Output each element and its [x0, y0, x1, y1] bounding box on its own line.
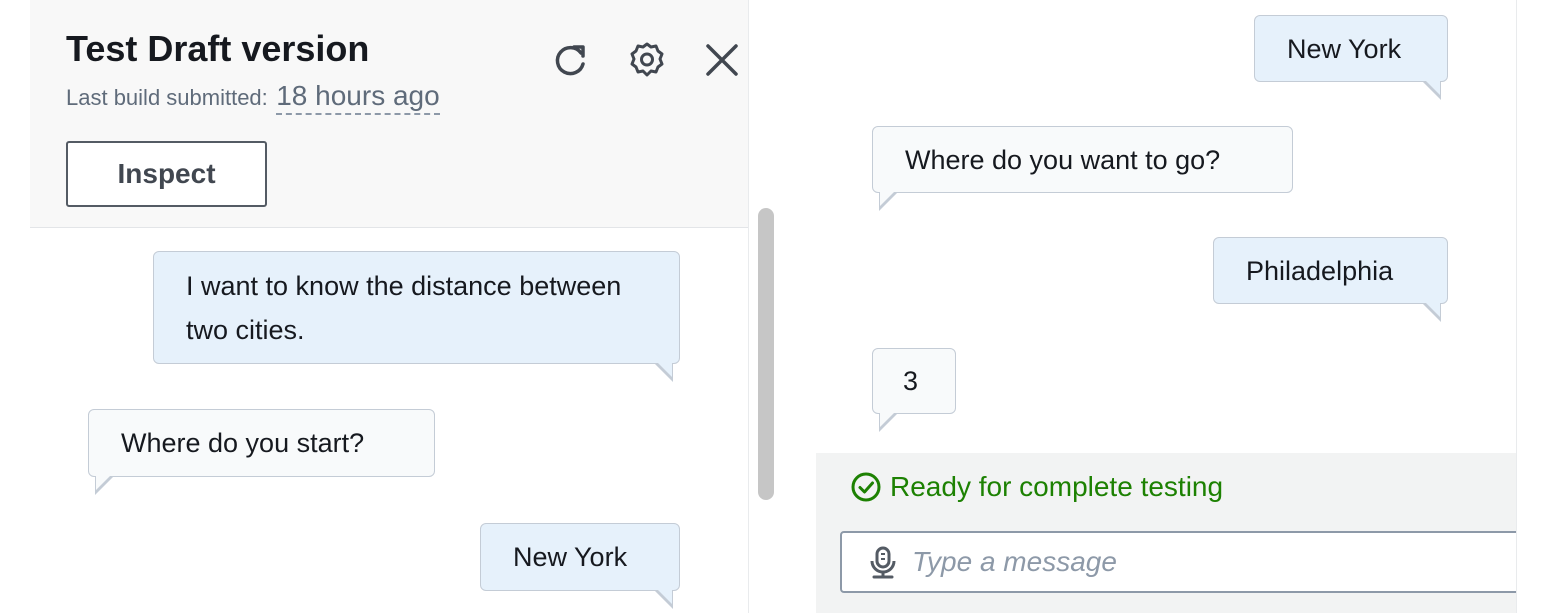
message-text: Where do you want to go? [905, 144, 1221, 175]
message-text: 3 [903, 366, 919, 396]
status-text: Ready for complete testing [890, 471, 1224, 502]
message-text: Philadelphia [1246, 255, 1394, 286]
bubble-tail [655, 362, 673, 382]
message-bubble-user: New York [1254, 15, 1448, 100]
build-info: Last build submitted: 18 hours ago [66, 80, 440, 115]
message-bubble-user: Philadelphia [1213, 237, 1448, 322]
settings-button[interactable] [623, 36, 671, 84]
refresh-icon [555, 45, 585, 76]
panel-header: Test Draft version Last build submitted:… [30, 0, 748, 228]
message-bubble-bot: Where do you start? [88, 409, 435, 495]
bubble-tail [1423, 80, 1441, 100]
build-label: Last build submitted: [66, 85, 268, 110]
check-circle-icon [851, 472, 881, 502]
close-button[interactable] [698, 36, 746, 84]
bubble-tail [655, 589, 673, 609]
message-text: Where do you start? [121, 428, 365, 458]
status-message: Ready for complete testing [850, 471, 1223, 503]
microphone-icon[interactable] [868, 545, 898, 579]
test-draft-panel: Test Draft version Last build submitted:… [30, 0, 748, 613]
message-text: I want to know the distance between two … [186, 270, 622, 345]
message-bubble-user: I want to know the distance between two … [153, 251, 680, 382]
message-bubble-bot: 3 [872, 348, 956, 432]
bubble-tail [879, 191, 897, 211]
close-icon [706, 44, 738, 76]
message-bubble-bot: Where do you want to go? [872, 126, 1293, 211]
bubble-tail [95, 475, 113, 495]
inspect-button[interactable]: Inspect [66, 141, 267, 207]
bubble-tail [879, 412, 897, 432]
gear-icon [630, 42, 664, 77]
build-time[interactable]: 18 hours ago [276, 80, 440, 115]
right-edge-gutter [1516, 0, 1558, 613]
message-input[interactable] [912, 546, 1472, 578]
refresh-button[interactable] [546, 36, 594, 84]
page-title: Test Draft version [66, 28, 370, 69]
bubble-tail [1423, 302, 1441, 322]
message-text: New York [1287, 33, 1402, 64]
message-text: New York [513, 542, 628, 572]
scrollbar-thumb[interactable] [758, 208, 774, 500]
message-input-box[interactable] [840, 531, 1540, 593]
composer-area: Ready for complete testing [816, 453, 1540, 613]
message-bubble-user: New York [480, 523, 680, 609]
panel-divider [748, 0, 749, 613]
